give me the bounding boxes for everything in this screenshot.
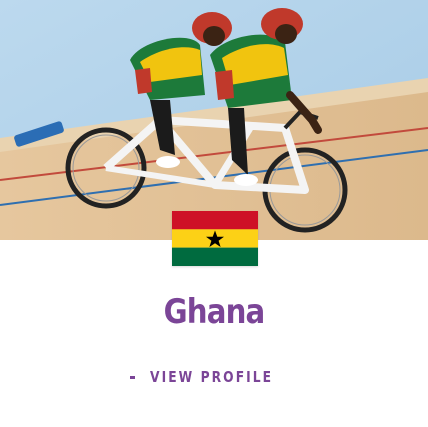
view-profile-label: VIEW PROFILE	[149, 368, 273, 386]
country-name[interactable]: Ghana	[30, 286, 398, 338]
view-profile-link[interactable]: VIEW PROFILE	[130, 364, 300, 390]
country-photo[interactable]	[0, 0, 428, 240]
dash-icon	[130, 375, 135, 379]
ghana-flag-icon	[172, 211, 258, 266]
country-card[interactable]: Ghana VIEW PROFILE	[0, 0, 428, 427]
